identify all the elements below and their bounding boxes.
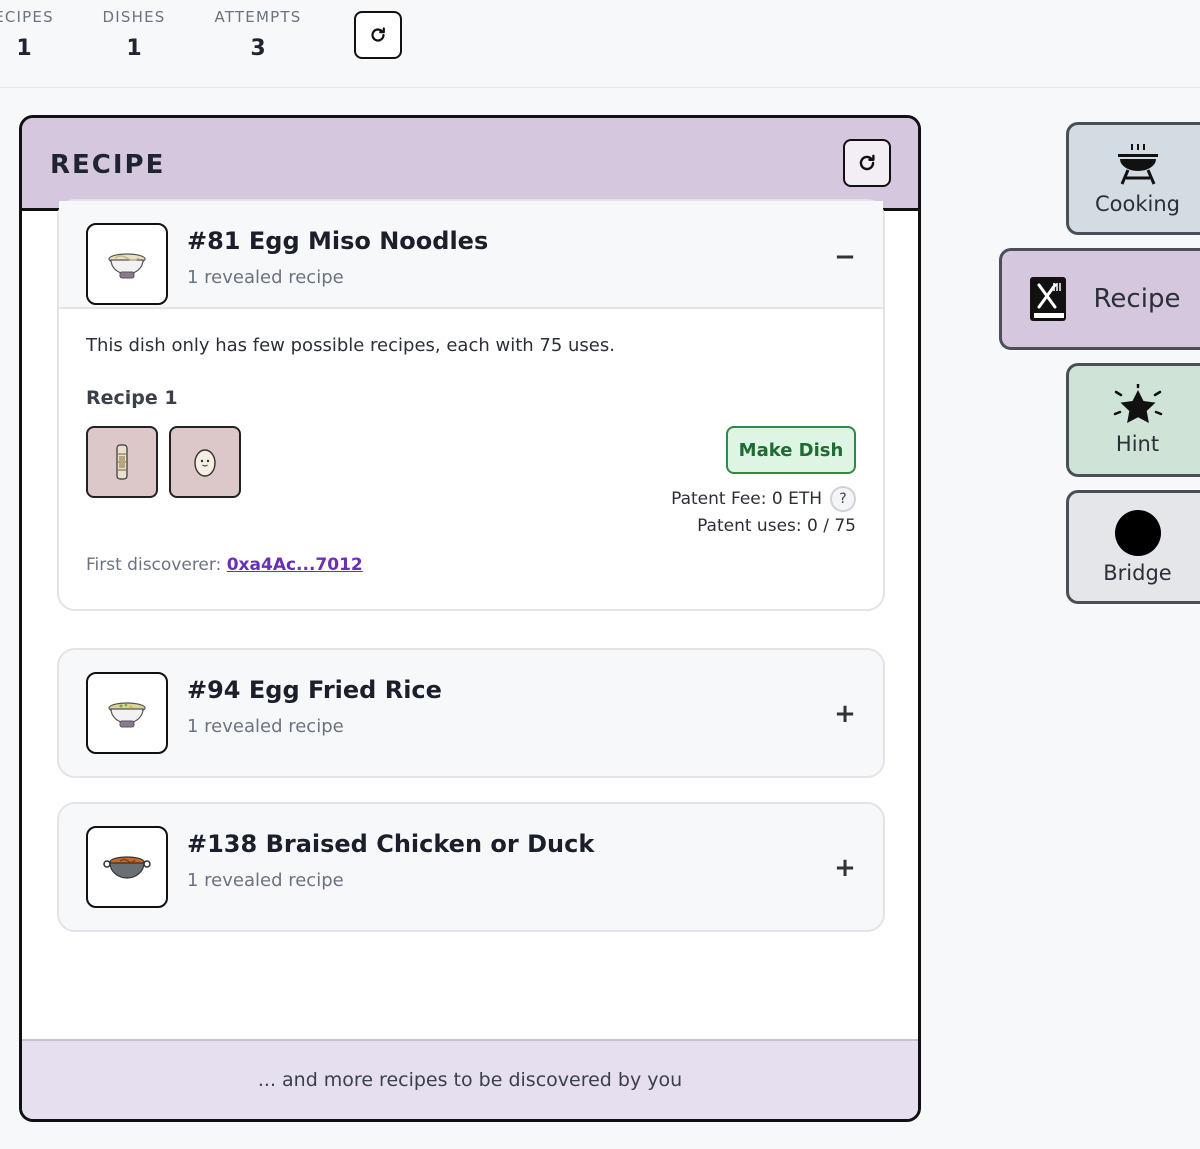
- dish-card-header[interactable]: #94 Egg Fried Rice 1 revealed recipe +: [59, 650, 883, 776]
- nav-cooking[interactable]: Cooking: [1066, 122, 1200, 235]
- dish-thumbnail: [86, 672, 168, 754]
- dish-title: #94 Egg Fried Rice: [187, 676, 442, 704]
- dish-title: #81 Egg Miso Noodles: [187, 227, 489, 255]
- recipe-list: #81 Egg Miso Noodles 1 revealed recipe −…: [22, 199, 918, 1041]
- recipe-panel: RECIPE #81 Egg Miso Noodles 1 revealed r…: [19, 115, 921, 1122]
- dish-card-egg-miso-noodles: #81 Egg Miso Noodles 1 revealed recipe −…: [57, 199, 885, 611]
- stat-recipes: ECIPES 1: [0, 8, 84, 61]
- discoverer-label: First discoverer:: [86, 555, 222, 575]
- help-icon[interactable]: ?: [830, 486, 856, 512]
- panel-footer: ... and more recipes to be discovered by…: [22, 1039, 918, 1119]
- stat-attempts: ATTEMPTS 3: [200, 8, 316, 61]
- refresh-icon: [859, 154, 875, 171]
- dish-thumbnail: [86, 223, 168, 305]
- expand-button[interactable]: +: [829, 852, 861, 884]
- circle-icon: [1114, 510, 1161, 556]
- ingredient-slot[interactable]: [86, 426, 158, 498]
- stat-dishes-label: DISHES: [102, 8, 166, 26]
- collapse-button[interactable]: −: [829, 241, 861, 273]
- recipe-panel-header: RECIPE: [22, 118, 918, 211]
- patent-fee-row: Patent Fee: 0 ETH ?: [671, 486, 856, 512]
- bowl-icon: [108, 253, 146, 279]
- pot-icon: [103, 856, 151, 879]
- nav-recipe-label: Recipe: [1093, 284, 1181, 314]
- dish-card-braised-chicken[interactable]: #138 Braised Chicken or Duck 1 revealed …: [57, 802, 885, 932]
- nav-bridge-label: Bridge: [1103, 561, 1172, 585]
- dish-subtitle: 1 revealed recipe: [187, 716, 344, 737]
- stat-attempts-label: ATTEMPTS: [214, 8, 302, 26]
- ingredient-slot[interactable]: [169, 426, 241, 498]
- patent-fee: Patent Fee: 0 ETH: [671, 489, 822, 509]
- patent-uses: Patent uses: 0 / 75: [697, 516, 856, 536]
- nav-recipe[interactable]: Recipe: [999, 248, 1200, 350]
- stat-recipes-value: 1: [16, 36, 32, 61]
- dish-subtitle: 1 revealed recipe: [187, 267, 344, 288]
- dish-card-body: This dish only has few possible recipes,…: [59, 309, 883, 609]
- dish-description: This dish only has few possible recipes,…: [86, 335, 615, 356]
- first-discoverer: First discoverer: 0xa4Ac...7012: [86, 555, 363, 575]
- dish-thumbnail: [86, 826, 168, 908]
- make-dish-button[interactable]: Make Dish: [726, 426, 856, 474]
- stat-dishes-value: 1: [126, 36, 142, 61]
- stat-dishes: DISHES 1: [76, 8, 192, 61]
- star-icon: [1113, 384, 1162, 423]
- egg-icon: [194, 449, 216, 477]
- nav-hint[interactable]: Hint: [1066, 363, 1200, 477]
- refresh-icon: [371, 27, 385, 42]
- recipe-book-icon: [1029, 277, 1066, 321]
- dish-card-header[interactable]: #138 Braised Chicken or Duck 1 revealed …: [59, 804, 883, 930]
- bowl-icon: [108, 702, 146, 728]
- stats-refresh-button[interactable]: [354, 11, 402, 59]
- panel-title: RECIPE: [50, 150, 166, 180]
- stat-recipes-label: ECIPES: [0, 8, 54, 26]
- dish-card-egg-fried-rice[interactable]: #94 Egg Fried Rice 1 revealed recipe +: [57, 648, 885, 778]
- grill-icon: [1117, 143, 1158, 185]
- nav-cooking-label: Cooking: [1095, 191, 1180, 216]
- dish-card-header[interactable]: #81 Egg Miso Noodles 1 revealed recipe −: [59, 201, 883, 309]
- discoverer-address-link[interactable]: 0xa4Ac...7012: [227, 555, 363, 575]
- recipe-label: Recipe 1: [86, 387, 178, 409]
- nav-hint-label: Hint: [1115, 432, 1160, 456]
- stats-bar: ECIPES 1 DISHES 1 ATTEMPTS 3: [0, 0, 1200, 88]
- stat-attempts-value: 3: [250, 36, 266, 61]
- expand-button[interactable]: +: [829, 698, 861, 730]
- dish-subtitle: 1 revealed recipe: [187, 870, 344, 891]
- dish-title: #138 Braised Chicken or Duck: [187, 830, 595, 858]
- recipe-refresh-button[interactable]: [843, 139, 891, 187]
- cinnamon-stick-icon: [116, 444, 128, 480]
- nav-bridge[interactable]: Bridge: [1066, 490, 1200, 604]
